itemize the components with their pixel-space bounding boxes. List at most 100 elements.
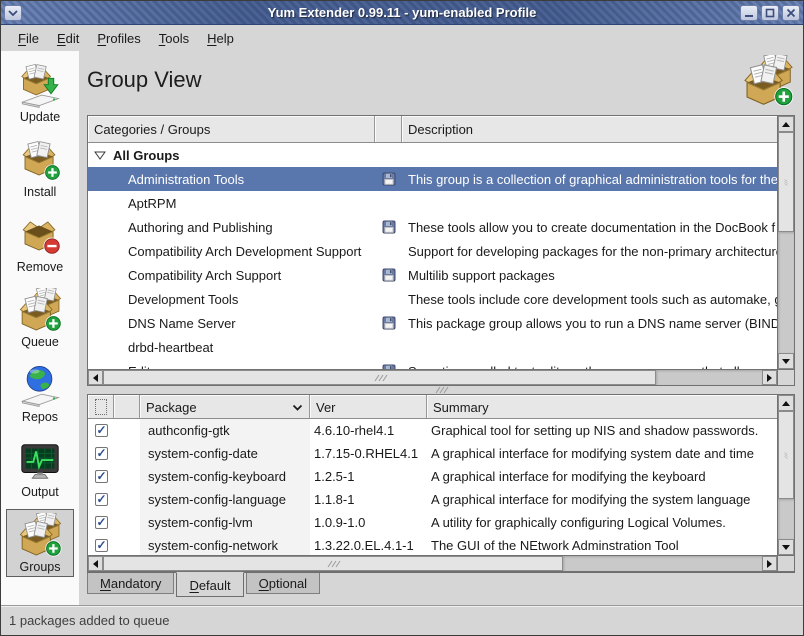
sidebar-item-repos[interactable]: Repos <box>6 359 74 427</box>
package-table-viewport: authconfig-gtk 4.6.10-rhel4.1 Graphical … <box>88 419 777 555</box>
floppy-installed-icon <box>382 268 396 282</box>
sidebar-item-queue[interactable]: Queue <box>6 284 74 352</box>
window-menu-button[interactable] <box>4 5 22 21</box>
scroll-thumb[interactable] <box>103 370 656 385</box>
sidebar-item-output[interactable]: Output <box>6 434 74 502</box>
sidebar-item-install[interactable]: Install <box>6 134 74 202</box>
titlebar[interactable]: Yum Extender 0.99.11 - yum-enabled Profi… <box>1 1 803 25</box>
group-description: This package group allows you to run a D… <box>402 316 777 331</box>
column-header-package[interactable]: Package <box>140 395 310 419</box>
minimize-icon <box>744 8 754 18</box>
column-header-categories[interactable]: Categories / Groups <box>88 116 375 143</box>
column-header-checkbox[interactable] <box>88 395 114 419</box>
app-window: Yum Extender 0.99.11 - yum-enabled Profi… <box>0 0 804 636</box>
scroll-up-button[interactable] <box>778 116 794 132</box>
tab-default[interactable]: Default <box>176 572 243 597</box>
package-row[interactable]: system-config-keyboard 1.2.5-1 A graphic… <box>88 465 777 488</box>
group-row[interactable]: Development Tools These tools include co… <box>88 287 777 311</box>
scroll-trough[interactable] <box>563 556 762 571</box>
group-row[interactable]: AptRPM <box>88 191 777 215</box>
menu-item-help[interactable]: Help <box>198 27 243 50</box>
package-summary: Graphical tool for setting up NIS and sh… <box>427 423 777 438</box>
package-checkbox[interactable] <box>95 470 108 483</box>
package-checkbox[interactable] <box>95 539 108 552</box>
package-summary: A graphical interface for modifying the … <box>427 492 777 507</box>
package-summary: A graphical interface for modifying syst… <box>427 446 777 461</box>
package-checkbox[interactable] <box>95 424 108 437</box>
queue-boxes-icon <box>17 288 63 334</box>
scroll-down-button[interactable] <box>778 539 794 555</box>
menu-item-edit[interactable]: Edit <box>48 27 88 50</box>
group-row[interactable]: DNS Name Server This package group allow… <box>88 311 777 335</box>
package-checkbox[interactable] <box>95 516 108 529</box>
close-icon <box>786 8 796 18</box>
group-root-row[interactable]: All Groups <box>88 143 777 167</box>
group-row[interactable]: Authoring and Publishing These tools all… <box>88 215 777 239</box>
package-name: system-config-lvm <box>140 511 310 534</box>
package-name: authconfig-gtk <box>140 419 310 442</box>
package-row[interactable]: system-config-lvm 1.0.9-1.0 A utility fo… <box>88 511 777 534</box>
group-name: drbd-heartbeat <box>88 340 375 355</box>
window-controls <box>740 5 800 21</box>
group-tree-vscrollbar <box>777 116 794 369</box>
package-row[interactable]: system-config-network 1.3.22.0.EL.4.1-1 … <box>88 534 777 555</box>
package-version: 4.6.10-rhel4.1 <box>310 423 427 438</box>
group-name: Compatibility Arch Development Support <box>88 244 375 259</box>
main-panel: Group View Categories / Groups Descripti… <box>79 51 803 605</box>
package-row[interactable]: authconfig-gtk 4.6.10-rhel4.1 Graphical … <box>88 419 777 442</box>
group-row[interactable]: Administration Tools This group is a col… <box>88 167 777 191</box>
sidebar-item-groups[interactable]: Groups <box>6 509 74 577</box>
menu-item-profiles[interactable]: Profiles <box>88 27 149 50</box>
update-box-icon <box>17 63 63 109</box>
column-header-ver[interactable]: Ver <box>310 395 427 419</box>
package-checkbox[interactable] <box>95 493 108 506</box>
group-tree-hscrollbar <box>88 369 777 385</box>
scroll-left-button[interactable] <box>88 556 103 571</box>
scroll-up-button[interactable] <box>778 395 794 411</box>
minimize-button[interactable] <box>740 5 758 21</box>
sidebar-item-update[interactable]: Update <box>6 59 74 127</box>
sidebar-item-remove[interactable]: Remove <box>6 209 74 277</box>
repos-globe-icon <box>17 363 63 409</box>
column-header-group-flag[interactable] <box>375 116 402 143</box>
maximize-icon <box>765 8 775 18</box>
column-header-flag[interactable] <box>114 395 140 419</box>
scroll-trough[interactable] <box>778 232 794 353</box>
chevron-down-icon <box>8 10 18 16</box>
group-description: These tools allow you to create document… <box>402 220 777 235</box>
scroll-trough[interactable] <box>656 370 762 385</box>
column-header-summary[interactable]: Summary <box>427 395 777 419</box>
scroll-left-button[interactable] <box>88 370 103 385</box>
group-description: Multilib support packages <box>402 268 777 283</box>
menu-item-file[interactable]: File <box>9 27 48 50</box>
group-row[interactable]: drbd-heartbeat <box>88 335 777 359</box>
package-table: Package Ver Summary authconfig-gtk 4.6.1… <box>87 394 795 572</box>
column-header-description[interactable]: Description <box>402 116 777 143</box>
scroll-down-button[interactable] <box>778 353 794 369</box>
tab-mandatory[interactable]: Mandatory <box>87 573 174 594</box>
group-row[interactable]: Compatibility Arch Support Multilib supp… <box>88 263 777 287</box>
pane-splitter[interactable] <box>87 386 795 394</box>
package-checkbox[interactable] <box>95 447 108 460</box>
menu-item-tools[interactable]: Tools <box>150 27 198 50</box>
scroll-right-button[interactable] <box>762 370 777 385</box>
scroll-right-button[interactable] <box>762 556 777 571</box>
package-table-hscrollbar <box>88 555 777 571</box>
floppy-installed-icon <box>382 172 396 186</box>
content-area: Update Install Remove Queue Repos Output <box>1 51 803 605</box>
tab-optional[interactable]: Optional <box>246 573 320 594</box>
group-row[interactable]: Compatibility Arch Development Support S… <box>88 239 777 263</box>
group-tree: Categories / Groups Description All Grou… <box>87 115 795 386</box>
expander-open-icon[interactable] <box>94 150 106 160</box>
install-box-icon <box>17 138 63 184</box>
package-row[interactable]: system-config-date 1.7.15-0.RHEL4.1 A gr… <box>88 442 777 465</box>
group-row[interactable]: Editors Sometimes called text editors, t… <box>88 359 777 369</box>
group-detail-tabs: Mandatory Default Optional <box>87 572 795 598</box>
close-button[interactable] <box>782 5 800 21</box>
scroll-thumb[interactable] <box>778 132 794 232</box>
maximize-button[interactable] <box>761 5 779 21</box>
scroll-trough[interactable] <box>778 499 794 539</box>
scroll-thumb[interactable] <box>103 556 563 571</box>
scroll-thumb[interactable] <box>778 411 794 499</box>
package-row[interactable]: system-config-language 1.1.8-1 A graphic… <box>88 488 777 511</box>
